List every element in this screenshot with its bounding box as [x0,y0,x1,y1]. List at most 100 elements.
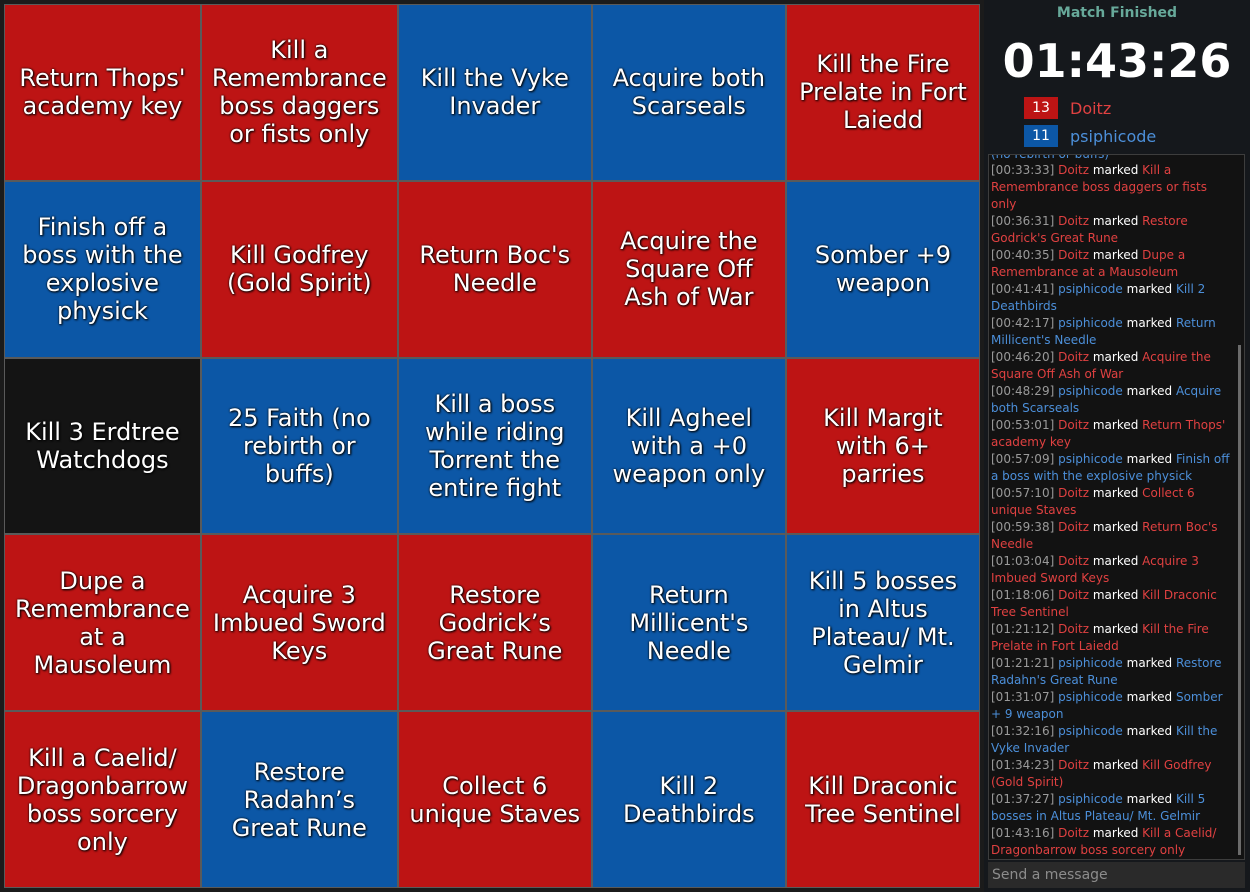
log-verb: marked [1092,622,1139,636]
log-entry: [00:57:10] Doitz marked Collect 6 unique… [991,485,1230,519]
log-verb: marked [1126,282,1173,296]
bingo-cell[interactable]: Kill Agheel with a +0 weapon only [592,358,785,534]
log-scrollbar[interactable] [1238,345,1241,855]
log-player: Doitz [1058,826,1090,840]
log-player: Doitz [1058,418,1090,432]
log-timestamp: [01:03:04] [991,554,1055,568]
log-entry: [01:34:23] Doitz marked Kill Godfrey (Go… [991,757,1230,791]
bingo-cell[interactable]: Dupe a Remembrance at a Mausoleum [5,535,200,711]
bingo-cell[interactable]: Kill 5 bosses in Altus Plateau/ Mt. Gelm… [786,535,979,711]
log-player: Doitz [1058,520,1090,534]
log-entry: [00:41:41] psiphicode marked Kill 2 Deat… [991,281,1230,315]
log-timestamp: [01:18:06] [991,588,1055,602]
team-name: psiphicode [1070,126,1157,146]
log-entry: [01:18:06] Doitz marked Kill Draconic Tr… [991,587,1230,621]
log-entry: [00:36:31] Doitz marked Restore Godrick'… [991,213,1230,247]
bingo-cell[interactable]: Collect 6 unique Staves [398,712,591,887]
bingo-cell[interactable]: Acquire 3 Imbued Sword Keys [201,535,397,711]
team-score-badge: 13 [1024,97,1058,119]
bingo-cell[interactable]: Kill a Remembrance boss daggers or fists… [201,5,397,180]
log-verb: marked [1092,554,1139,568]
team-row-blue: 11 psiphicode [1024,125,1156,147]
log-entry: [00:48:29] psiphicode marked Acquire bot… [991,383,1230,417]
log-timestamp: [00:48:29] [991,384,1055,398]
bingo-cell[interactable]: Restore Radahn’s Great Rune [201,712,397,887]
log-timestamp: [00:57:09] [991,452,1055,466]
bingo-cell[interactable]: Kill Godfrey (Gold Spirit) [201,181,397,357]
log-entry: [01:21:12] Doitz marked Kill the Fire Pr… [991,621,1230,655]
bingo-cell[interactable]: Acquire the Square Off Ash of War [592,181,785,357]
bingo-cell[interactable]: Kill Margit with 6+ parries [786,358,979,534]
bingo-cell[interactable]: Return Thops' academy key [5,5,200,180]
team-name: Doitz [1070,98,1112,118]
log-player: Doitz [1058,214,1090,228]
log-entry: [00:40:35] Doitz marked Dupe a Remembran… [991,247,1230,281]
log-entries: [00:33:33] Doitz marked Kill a Remembran… [991,162,1230,859]
bingo-cell[interactable]: Kill a boss while riding Torrent the ent… [398,358,591,534]
bingo-cell[interactable]: Somber +9 weapon [786,181,979,357]
log-verb: marked [1126,316,1173,330]
log-timestamp: [00:42:17] [991,316,1055,330]
bingo-cell[interactable]: Kill 3 Erdtree Watchdogs [5,358,200,534]
log-verb: marked [1092,214,1139,228]
log-timestamp: [01:43:16] [991,826,1055,840]
bingo-cell[interactable]: Kill 2 Deathbirds [592,712,785,887]
log-player: psiphicode [1058,316,1123,330]
bingo-cell[interactable]: Kill the Vyke Invader [398,5,591,180]
log-verb: marked [1092,248,1139,262]
log-timestamp: [01:21:21] [991,656,1055,670]
log-timestamp: [01:31:07] [991,690,1055,704]
log-verb: marked [1092,520,1139,534]
log-entry: [00:57:09] psiphicode marked Finish off … [991,451,1230,485]
log-entry: [01:03:04] Doitz marked Acquire 3 Imbued… [991,553,1230,587]
match-status: Match Finished [1056,5,1178,21]
log-verb: marked [1092,163,1139,177]
log-verb: marked [1092,486,1139,500]
log-timestamp: [01:32:16] [991,724,1055,738]
chat-message-input[interactable] [988,862,1245,888]
log-entry: [01:32:16] psiphicode marked Kill the Vy… [991,723,1230,757]
log-timestamp: [00:59:38] [991,520,1055,534]
log-entry: [00:59:38] Doitz marked Return Boc's Nee… [991,519,1230,553]
log-entry: [01:21:21] psiphicode marked Restore Rad… [991,655,1230,689]
log-timestamp: [00:46:20] [991,350,1055,364]
log-player: Doitz [1058,758,1090,772]
log-entry: [01:37:27] psiphicode marked Kill 5 boss… [991,791,1230,825]
bingo-cell[interactable]: Acquire both Scarseals [592,5,785,180]
log-player: Doitz [1058,486,1090,500]
event-log[interactable]: (no rebirth or buffs) [00:33:33] Doitz m… [988,154,1245,860]
bingo-cell[interactable]: Kill the Fire Prelate in Fort Laiedd [786,5,979,180]
team-row-red: 13 Doitz [1024,97,1111,119]
log-timestamp: [00:40:35] [991,248,1055,262]
bingo-cell[interactable]: Return Millicent's Needle [592,535,785,711]
match-sidebar: Match Finished 01:43:26 13 Doitz 11 psip… [984,0,1250,892]
log-entry: [01:43:16] Doitz marked Kill a Caelid/ D… [991,825,1230,859]
log-player: psiphicode [1058,724,1123,738]
log-entry: [00:33:33] Doitz marked Kill a Remembran… [991,162,1230,213]
bingo-cell[interactable]: Kill a Caelid/ Dragonbarrow boss sorcery… [5,712,200,887]
log-verb: marked [1092,588,1139,602]
team-score-badge: 11 [1024,125,1058,147]
log-timestamp: [01:21:12] [991,622,1055,636]
log-player: Doitz [1058,554,1090,568]
bingo-cell[interactable]: 25 Faith (no rebirth or buffs) [201,358,397,534]
log-timestamp: [00:53:01] [991,418,1055,432]
bingo-cell[interactable]: Finish off a boss with the explosive phy… [5,181,200,357]
bingo-board: Return Thops' academy key Kill a Remembr… [4,4,980,888]
log-player: psiphicode [1058,792,1123,806]
bingo-cell[interactable]: Restore Godrick’s Great Rune [398,535,591,711]
bingo-cell[interactable]: Return Boc's Needle [398,181,591,357]
log-timestamp: [00:41:41] [991,282,1055,296]
log-verb: marked [1126,384,1173,398]
log-verb: marked [1092,826,1139,840]
log-entry: [00:46:20] Doitz marked Acquire the Squa… [991,349,1230,383]
log-player: Doitz [1058,588,1090,602]
bingo-cell[interactable]: Kill Draconic Tree Sentinel [786,712,979,887]
log-verb: marked [1092,350,1139,364]
log-timestamp: [01:34:23] [991,758,1055,772]
log-verb: marked [1126,724,1173,738]
log-player: Doitz [1058,163,1090,177]
log-entry: [01:31:07] psiphicode marked Somber + 9 … [991,689,1230,723]
log-player: Doitz [1058,350,1090,364]
log-player: psiphicode [1058,656,1123,670]
